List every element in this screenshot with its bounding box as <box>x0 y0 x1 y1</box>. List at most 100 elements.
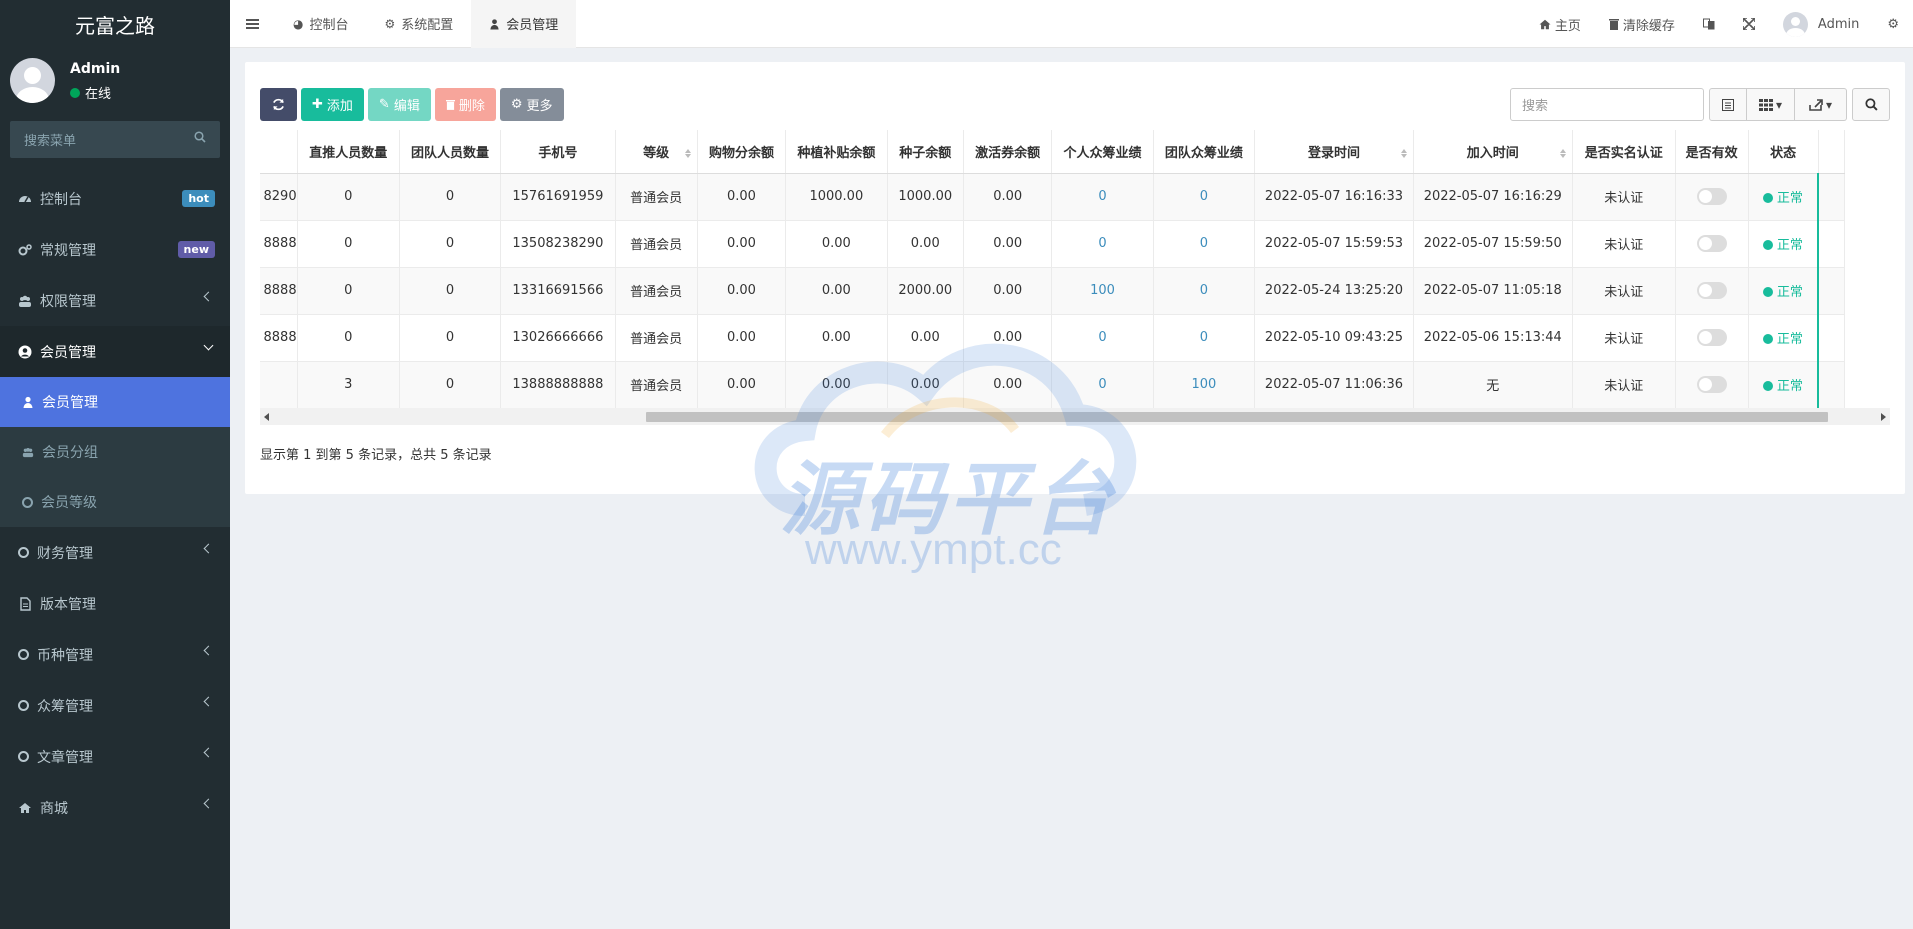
cell-id-text: 8888 <box>263 330 297 345</box>
add-button[interactable]: ✚ 添加 <box>301 88 364 121</box>
column-header[interactable]: 是否实名认证 <box>1572 130 1676 174</box>
cell-personal-perf-text[interactable]: 0 <box>1098 377 1106 392</box>
column-header-sortable[interactable]: 加入时间 <box>1413 130 1573 174</box>
cell-login-time: 2022-05-24 13:25:20 <box>1254 267 1414 315</box>
sidebar-item-permissions[interactable]: 权限管理 <box>0 275 230 326</box>
cell-personal-perf-text[interactable]: 0 <box>1098 236 1106 251</box>
sidebar-toggle-button[interactable] <box>230 0 275 48</box>
clear-cache-button[interactable]: 清除缓存 <box>1595 0 1689 48</box>
column-header[interactable]: 是否有效 <box>1675 130 1749 174</box>
scrollbar-thumb[interactable] <box>646 412 1828 422</box>
submenu-item-member-manage[interactable]: 会员管理 <box>0 377 230 427</box>
more-button[interactable]: ⚙ 更多 <box>499 88 564 121</box>
language-button[interactable] <box>1689 0 1729 48</box>
cell-phone: 13316691566 <box>500 267 616 315</box>
horizontal-scrollbar[interactable] <box>260 408 1890 425</box>
user-name: Admin <box>70 61 121 77</box>
cell-personal-perf[interactable]: 100 <box>1051 267 1154 315</box>
advanced-search-button[interactable] <box>1852 88 1890 121</box>
column-header[interactable]: 团队众筹业绩 <box>1153 130 1256 174</box>
fullscreen-icon <box>1742 18 1755 30</box>
user-menu[interactable]: Admin <box>1769 0 1873 48</box>
app-logo[interactable]: 元富之路 <box>0 0 230 48</box>
scroll-right-icon[interactable] <box>1881 413 1886 421</box>
sidebar-item-currency[interactable]: 币种管理 <box>0 629 230 680</box>
tab-member-manage[interactable]: 会员管理 <box>471 0 577 48</box>
cell-personal-perf[interactable]: 0 <box>1051 314 1154 362</box>
valid-toggle[interactable] <box>1696 376 1727 393</box>
column-header-sortable[interactable]: 登录时间 <box>1254 130 1414 174</box>
sidebar-item-general[interactable]: 常规管理 new <box>0 224 230 275</box>
valid-toggle[interactable] <box>1696 282 1727 299</box>
cell-team-perf-text[interactable]: 0 <box>1200 236 1208 251</box>
cell-team-perf[interactable]: 100 <box>1153 361 1256 409</box>
menu-search-input[interactable]: 搜索菜单 <box>10 121 220 158</box>
cell-team-perf[interactable]: 0 <box>1153 173 1256 221</box>
cell-team-perf-text[interactable]: 0 <box>1200 283 1208 298</box>
tab-dashboard[interactable]: ◕ 控制台 <box>275 0 367 48</box>
columns-button[interactable]: ▾ <box>1747 88 1795 121</box>
sidebar-item-mall[interactable]: 商城 <box>0 782 230 833</box>
submenu-item-member-group[interactable]: 会员分组 <box>0 427 230 477</box>
column-header[interactable]: 直推人员数量 <box>297 130 400 174</box>
cell-team-perf[interactable]: 0 <box>1153 267 1256 315</box>
table-search-input[interactable]: 搜索 <box>1510 88 1704 121</box>
valid-toggle[interactable] <box>1696 329 1727 346</box>
valid-toggle[interactable] <box>1696 235 1727 252</box>
refresh-button[interactable] <box>260 88 297 121</box>
table-row[interactable]: 8888 0 0 13026666666 普通会员 0.00 0.00 0.00 0.00 0 0 2… <box>260 314 1846 362</box>
sidebar-item-dashboard[interactable]: 控制台 hot <box>0 173 230 224</box>
settings-button[interactable]: ⚙ <box>1873 0 1913 48</box>
column-header[interactable]: 激活券余额 <box>963 130 1053 174</box>
table-row[interactable]: 8888 0 0 13316691566 普通会员 0.00 0.00 2000.00 0.00… <box>260 267 1846 315</box>
sidebar-item-articles[interactable]: 文章管理 <box>0 731 230 782</box>
scroll-left-icon[interactable] <box>264 413 269 421</box>
columns-icon <box>1758 98 1773 111</box>
column-header-sortable[interactable]: 等级 <box>615 130 698 174</box>
cell-team-perf-text[interactable]: 0 <box>1200 189 1208 204</box>
delete-button[interactable]: 删除 <box>434 88 496 121</box>
table-row[interactable]: 8888 0 0 13508238290 普通会员 0.00 0.00 0.00 0.00 0 0 2… <box>260 220 1846 268</box>
sidebar-item-crowdfunding[interactable]: 众筹管理 <box>0 680 230 731</box>
cell-personal-perf[interactable]: 0 <box>1051 220 1154 268</box>
export-button[interactable]: ▾ <box>1795 88 1847 121</box>
cell-personal-perf-text[interactable]: 0 <box>1098 330 1106 345</box>
column-header[interactable]: 手机号 <box>500 130 616 174</box>
status-dot-icon <box>1762 240 1773 250</box>
column-header[interactable]: 购物分余额 <box>697 130 787 174</box>
sidebar-item-members[interactable]: 会员管理 <box>0 326 230 377</box>
fullscreen-button[interactable] <box>1729 0 1769 48</box>
column-header[interactable]: 种子余额 <box>887 130 964 174</box>
table-row[interactable]: 3 0 13888888888 普通会员 0.00 0.00 0.00 0.00 0 100 202… <box>260 361 1846 409</box>
cell-verified: 未认证 <box>1572 361 1676 409</box>
cell-login-time-text: 2022-05-07 11:06:36 <box>1264 377 1403 392</box>
cell-personal-perf-text[interactable]: 0 <box>1098 189 1106 204</box>
cell-level-text: 普通会员 <box>630 332 683 347</box>
table-row[interactable]: 8290 0 0 15761691959 普通会员 0.00 1000.00 1000.00 0… <box>260 173 1846 221</box>
cell-team-perf-text[interactable]: 100 <box>1191 377 1216 392</box>
cell-team-perf[interactable]: 0 <box>1153 314 1256 362</box>
cell-team-perf-text[interactable]: 0 <box>1200 330 1208 345</box>
column-header[interactable]: 种植补贴余额 <box>785 130 888 174</box>
submenu-item-member-level[interactable]: 会员等级 <box>0 477 230 527</box>
home-link[interactable]: 主页 <box>1525 0 1595 48</box>
tab-system-config[interactable]: ⚙ 系统配置 <box>367 0 472 48</box>
cogs-icon <box>18 243 32 255</box>
cell-personal-perf-text[interactable]: 100 <box>1090 283 1115 298</box>
edit-button[interactable]: ✎ 编辑 <box>367 88 431 121</box>
toggle-view-button[interactable] <box>1709 88 1747 121</box>
column-header[interactable]: 个人众筹业绩 <box>1051 130 1154 174</box>
sidebar-item-version[interactable]: 版本管理 <box>0 578 230 629</box>
valid-toggle[interactable] <box>1696 188 1727 205</box>
cell-valid <box>1675 267 1749 315</box>
cell-personal-perf[interactable]: 0 <box>1051 361 1154 409</box>
search-icon[interactable] <box>194 131 206 143</box>
cell-personal-perf[interactable]: 0 <box>1051 173 1154 221</box>
cell-team-perf[interactable]: 0 <box>1153 220 1256 268</box>
sidebar-item-label: 众筹管理 <box>37 698 93 715</box>
column-header[interactable]: 团队人员数量 <box>399 130 502 174</box>
cell-direct-count: 0 <box>297 220 400 268</box>
members-table: 直推人员数量 团队人员数量 手机号 等级 购物分余额 种植补贴余额 种子余额 激… <box>260 130 1846 409</box>
sidebar-item-finance[interactable]: 财务管理 <box>0 527 230 578</box>
column-header[interactable]: 状态 <box>1748 130 1819 174</box>
